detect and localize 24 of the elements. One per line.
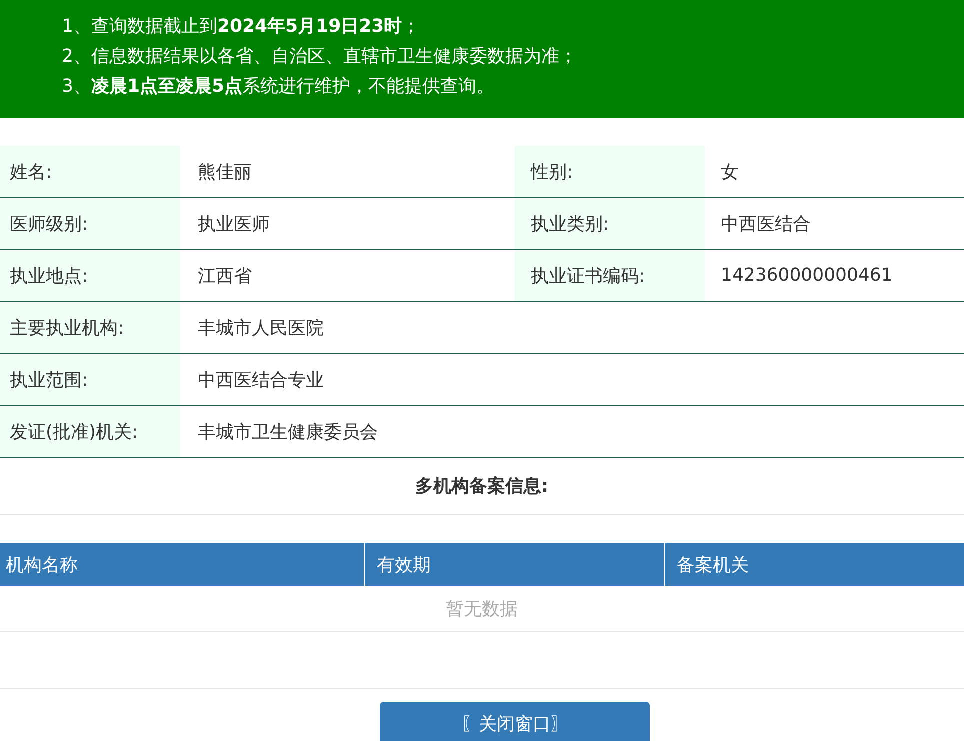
field-value: 执业医师 (198, 212, 270, 236)
field-label: 执业范围: (0, 354, 180, 405)
field-label: 医师级别: (0, 198, 180, 249)
field-value: 142360000000461 (721, 265, 893, 286)
notice-text: 2、信息数据结果以各省、自治区、直辖市卫生健康委数据为准； (62, 45, 578, 69)
field-value: 女 (721, 160, 739, 184)
field-value: 中西医结合专业 (198, 368, 324, 392)
field-value: 丰城市卫生健康委员会 (198, 420, 378, 444)
field-label: 执业类别: (515, 198, 705, 249)
field-value: 丰城市人民医院 (198, 316, 324, 340)
field-label: 性别: (515, 146, 705, 197)
empty-message: 暂无数据 (446, 598, 518, 620)
field-label: 发证(批准)机关: (0, 406, 180, 457)
notice-text: 1、查询数据截止到2024年5月19日23时； (62, 15, 422, 39)
field-value: 中西医结合 (721, 212, 811, 236)
notice-text: 3、凌晨1点至凌晨5点系统进行维护，不能提供查询。 (62, 75, 496, 99)
close-window-button[interactable]: 〖关闭窗口〗 (380, 702, 650, 741)
section-title: 多机构备案信息: (415, 475, 549, 498)
field-label: 主要执业机构: (0, 302, 180, 353)
field-value: 江西省 (198, 264, 252, 288)
field-label: 姓名: (0, 146, 180, 197)
field-value: 熊佳丽 (198, 160, 252, 184)
field-label: 执业证书编码: (515, 250, 705, 301)
field-label: 执业地点: (0, 250, 180, 301)
